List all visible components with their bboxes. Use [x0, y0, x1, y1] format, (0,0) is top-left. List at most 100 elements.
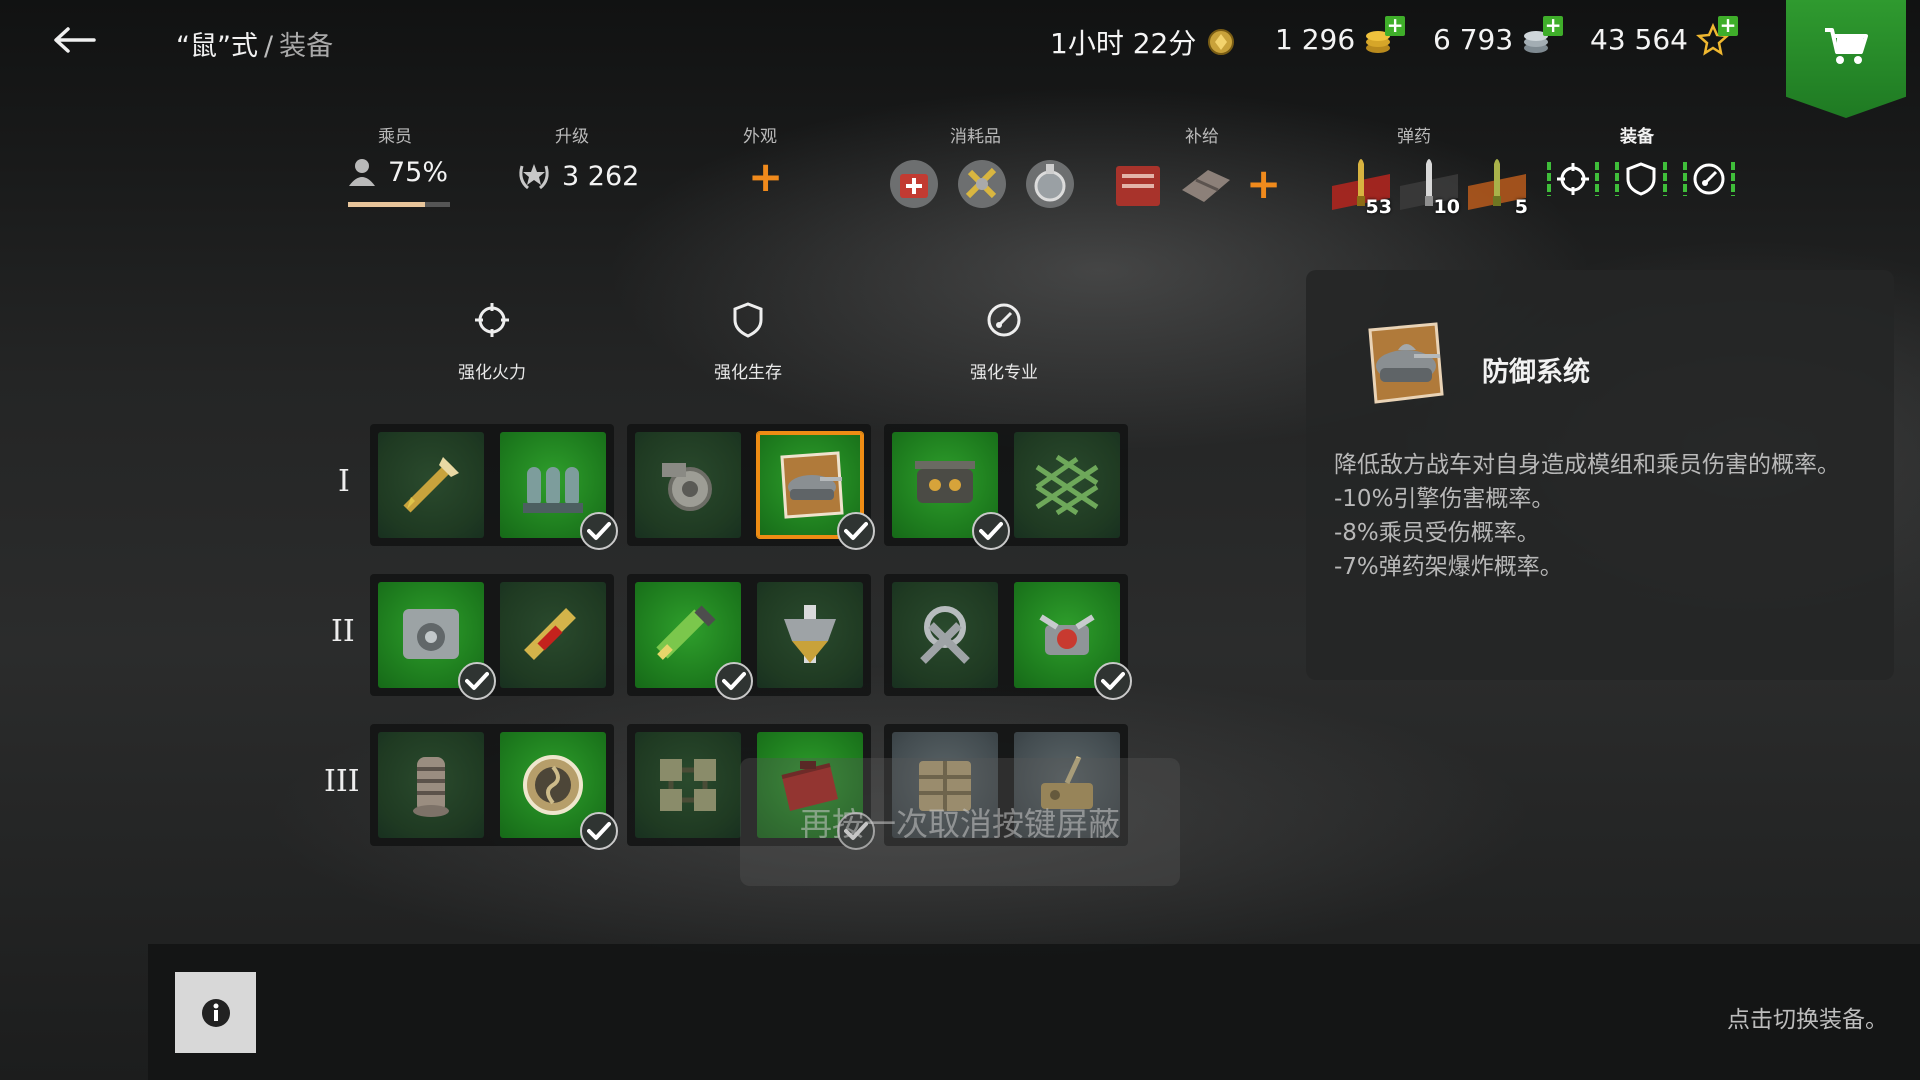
- category-camo-label: 外观: [743, 127, 777, 147]
- ap-shell-icon: [524, 608, 576, 660]
- upgrade-points: 3 262: [562, 160, 640, 192]
- equipment-item[interactable]: [500, 432, 618, 550]
- armor-plate-icon: [784, 605, 836, 663]
- column-survival-label: 强化生存: [714, 363, 782, 383]
- info-description: 降低敌方战车对自身造成模组和乘员伤害的概率。 -10%引擎伤害概率。 -8%乘员…: [1334, 448, 1864, 584]
- add-supply-button[interactable]: +: [1246, 163, 1281, 205]
- defense-system-icon: [1368, 322, 1444, 404]
- ammo-slot-3[interactable]: 5: [1466, 156, 1528, 218]
- equipment-item[interactable]: [757, 582, 863, 688]
- stabilizer-icon: [413, 757, 449, 817]
- gold-balance[interactable]: 1 296 +: [1275, 15, 1406, 56]
- category-supplies-label-wrap: 补给: [1185, 122, 1219, 147]
- equipment-item[interactable]: [378, 432, 484, 538]
- info-line-1: 降低敌方战车对自身造成模组和乘员伤害的概率。: [1334, 452, 1840, 478]
- repair-kit-icon[interactable]: [954, 156, 1010, 212]
- crew-slot[interactable]: 75%: [346, 156, 448, 188]
- fire-extinguisher-icon[interactable]: [1022, 156, 1078, 212]
- equipment-item[interactable]: [500, 732, 618, 850]
- tier-label-2: II: [331, 614, 355, 649]
- bottom-shade: [148, 944, 1920, 1080]
- equipment-item[interactable]: [892, 582, 998, 688]
- breadcrumb-vehicle[interactable]: “鼠”式: [176, 31, 258, 62]
- category-camo-label-wrap: 外观: [743, 122, 777, 147]
- back-button[interactable]: [48, 18, 100, 62]
- shop-button[interactable]: [1786, 0, 1906, 118]
- premium-time-value: 1小时 22分: [1050, 27, 1197, 60]
- tools-crossed-icon: [920, 606, 970, 664]
- category-ammo-label-wrap: 弹药: [1397, 122, 1431, 147]
- track-links-icon: [660, 759, 716, 811]
- breadcrumb-current: 装备: [279, 31, 334, 62]
- crosshair-icon: [475, 303, 509, 337]
- equipment-item[interactable]: [378, 732, 484, 838]
- shield-icon: [1626, 162, 1656, 196]
- equipment-item[interactable]: [635, 732, 741, 838]
- slot-group: [370, 574, 614, 700]
- crosshair-icon: [1557, 163, 1589, 195]
- engine-gear-icon: [662, 463, 712, 511]
- column-specialization: 强化专业: [944, 300, 1064, 383]
- equipment-item[interactable]: [635, 432, 741, 538]
- camo-slot[interactable]: +: [748, 156, 783, 198]
- equipment-item[interactable]: [378, 582, 496, 700]
- experience-balance[interactable]: 43 564 +: [1590, 15, 1738, 56]
- silver-coins-icon: +: [1521, 15, 1564, 56]
- premium-time[interactable]: 1小时 22分: [1050, 22, 1238, 62]
- ammo-slot-1[interactable]: 53: [1330, 156, 1392, 218]
- slot-group: [884, 424, 1128, 550]
- ammo-slot-2[interactable]: 10: [1398, 156, 1460, 218]
- ammo-rack-icon: [523, 467, 583, 513]
- defense-system-icon: [780, 451, 844, 519]
- info-button[interactable]: [175, 972, 256, 1053]
- column-survival: 强化生存: [688, 300, 808, 383]
- crew-member-icon: [349, 159, 375, 186]
- shield-icon: [733, 302, 763, 338]
- category-upgrade-label-wrap: 升级: [555, 122, 589, 147]
- info-line-3: -8%乘员受伤概率。: [1334, 520, 1540, 546]
- column-firepower-label: 强化火力: [458, 363, 526, 383]
- consumables-slots: [886, 156, 1090, 212]
- ration-crate-icon[interactable]: [1110, 156, 1166, 212]
- equipment-info-panel: 防御系统 降低敌方战车对自身造成模组和乘员伤害的概率。 -10%引擎伤害概率。 …: [1306, 270, 1894, 680]
- upgrade-slot[interactable]: 3 262: [514, 156, 639, 196]
- slot-group: [370, 424, 618, 550]
- installed-check-icon: [972, 512, 1010, 550]
- tier-label-3: III: [324, 764, 360, 799]
- equipment-slot-firepower[interactable]: [1545, 156, 1601, 202]
- equipment-slot-survival[interactable]: [1613, 156, 1669, 202]
- category-upgrade-label: 升级: [555, 127, 589, 147]
- category-crew-label: 乘员: [378, 127, 412, 147]
- equipment-item[interactable]: [635, 582, 753, 700]
- silver-balance[interactable]: 6 793 +: [1433, 15, 1564, 56]
- breadcrumb: “鼠”式 / 装备: [176, 24, 333, 63]
- gauge-icon: [1693, 163, 1725, 195]
- info-line-2: -10%引擎伤害概率。: [1334, 486, 1555, 512]
- installed-check-icon: [458, 662, 496, 700]
- premium-time-icon: [1204, 25, 1238, 59]
- installed-check-icon: [1094, 662, 1132, 700]
- category-ammo-label: 弹药: [1397, 127, 1431, 147]
- category-equipment-label: 装备: [1620, 127, 1654, 147]
- buy-experience-plus-icon[interactable]: +: [1717, 15, 1738, 36]
- equipment-slots: [1545, 156, 1749, 202]
- installed-check-icon: [580, 812, 618, 850]
- loader-mechanism-icon: [403, 609, 459, 659]
- ammo-count-1: 53: [1365, 196, 1392, 218]
- add-camo-button[interactable]: +: [748, 156, 783, 198]
- supplies-slots: +: [1110, 156, 1281, 212]
- camo-net-icon: [1035, 454, 1099, 516]
- buy-silver-plus-icon[interactable]: +: [1543, 15, 1564, 36]
- info-icon: [201, 998, 230, 1027]
- equipment-item[interactable]: [500, 582, 606, 688]
- bandage-pack-icon[interactable]: [1178, 156, 1234, 212]
- equipment-item[interactable]: [892, 432, 1010, 550]
- buy-gold-plus-icon[interactable]: +: [1385, 15, 1406, 36]
- category-equipment-label-wrap: 装备: [1620, 122, 1654, 147]
- ammo-count-2: 10: [1433, 196, 1460, 218]
- equipment-item[interactable]: [1014, 432, 1120, 538]
- medkit-icon[interactable]: [886, 156, 942, 212]
- equipment-item[interactable]: [1014, 582, 1132, 700]
- equipment-slot-specialization[interactable]: [1681, 156, 1737, 202]
- equipment-item[interactable]: [757, 432, 875, 550]
